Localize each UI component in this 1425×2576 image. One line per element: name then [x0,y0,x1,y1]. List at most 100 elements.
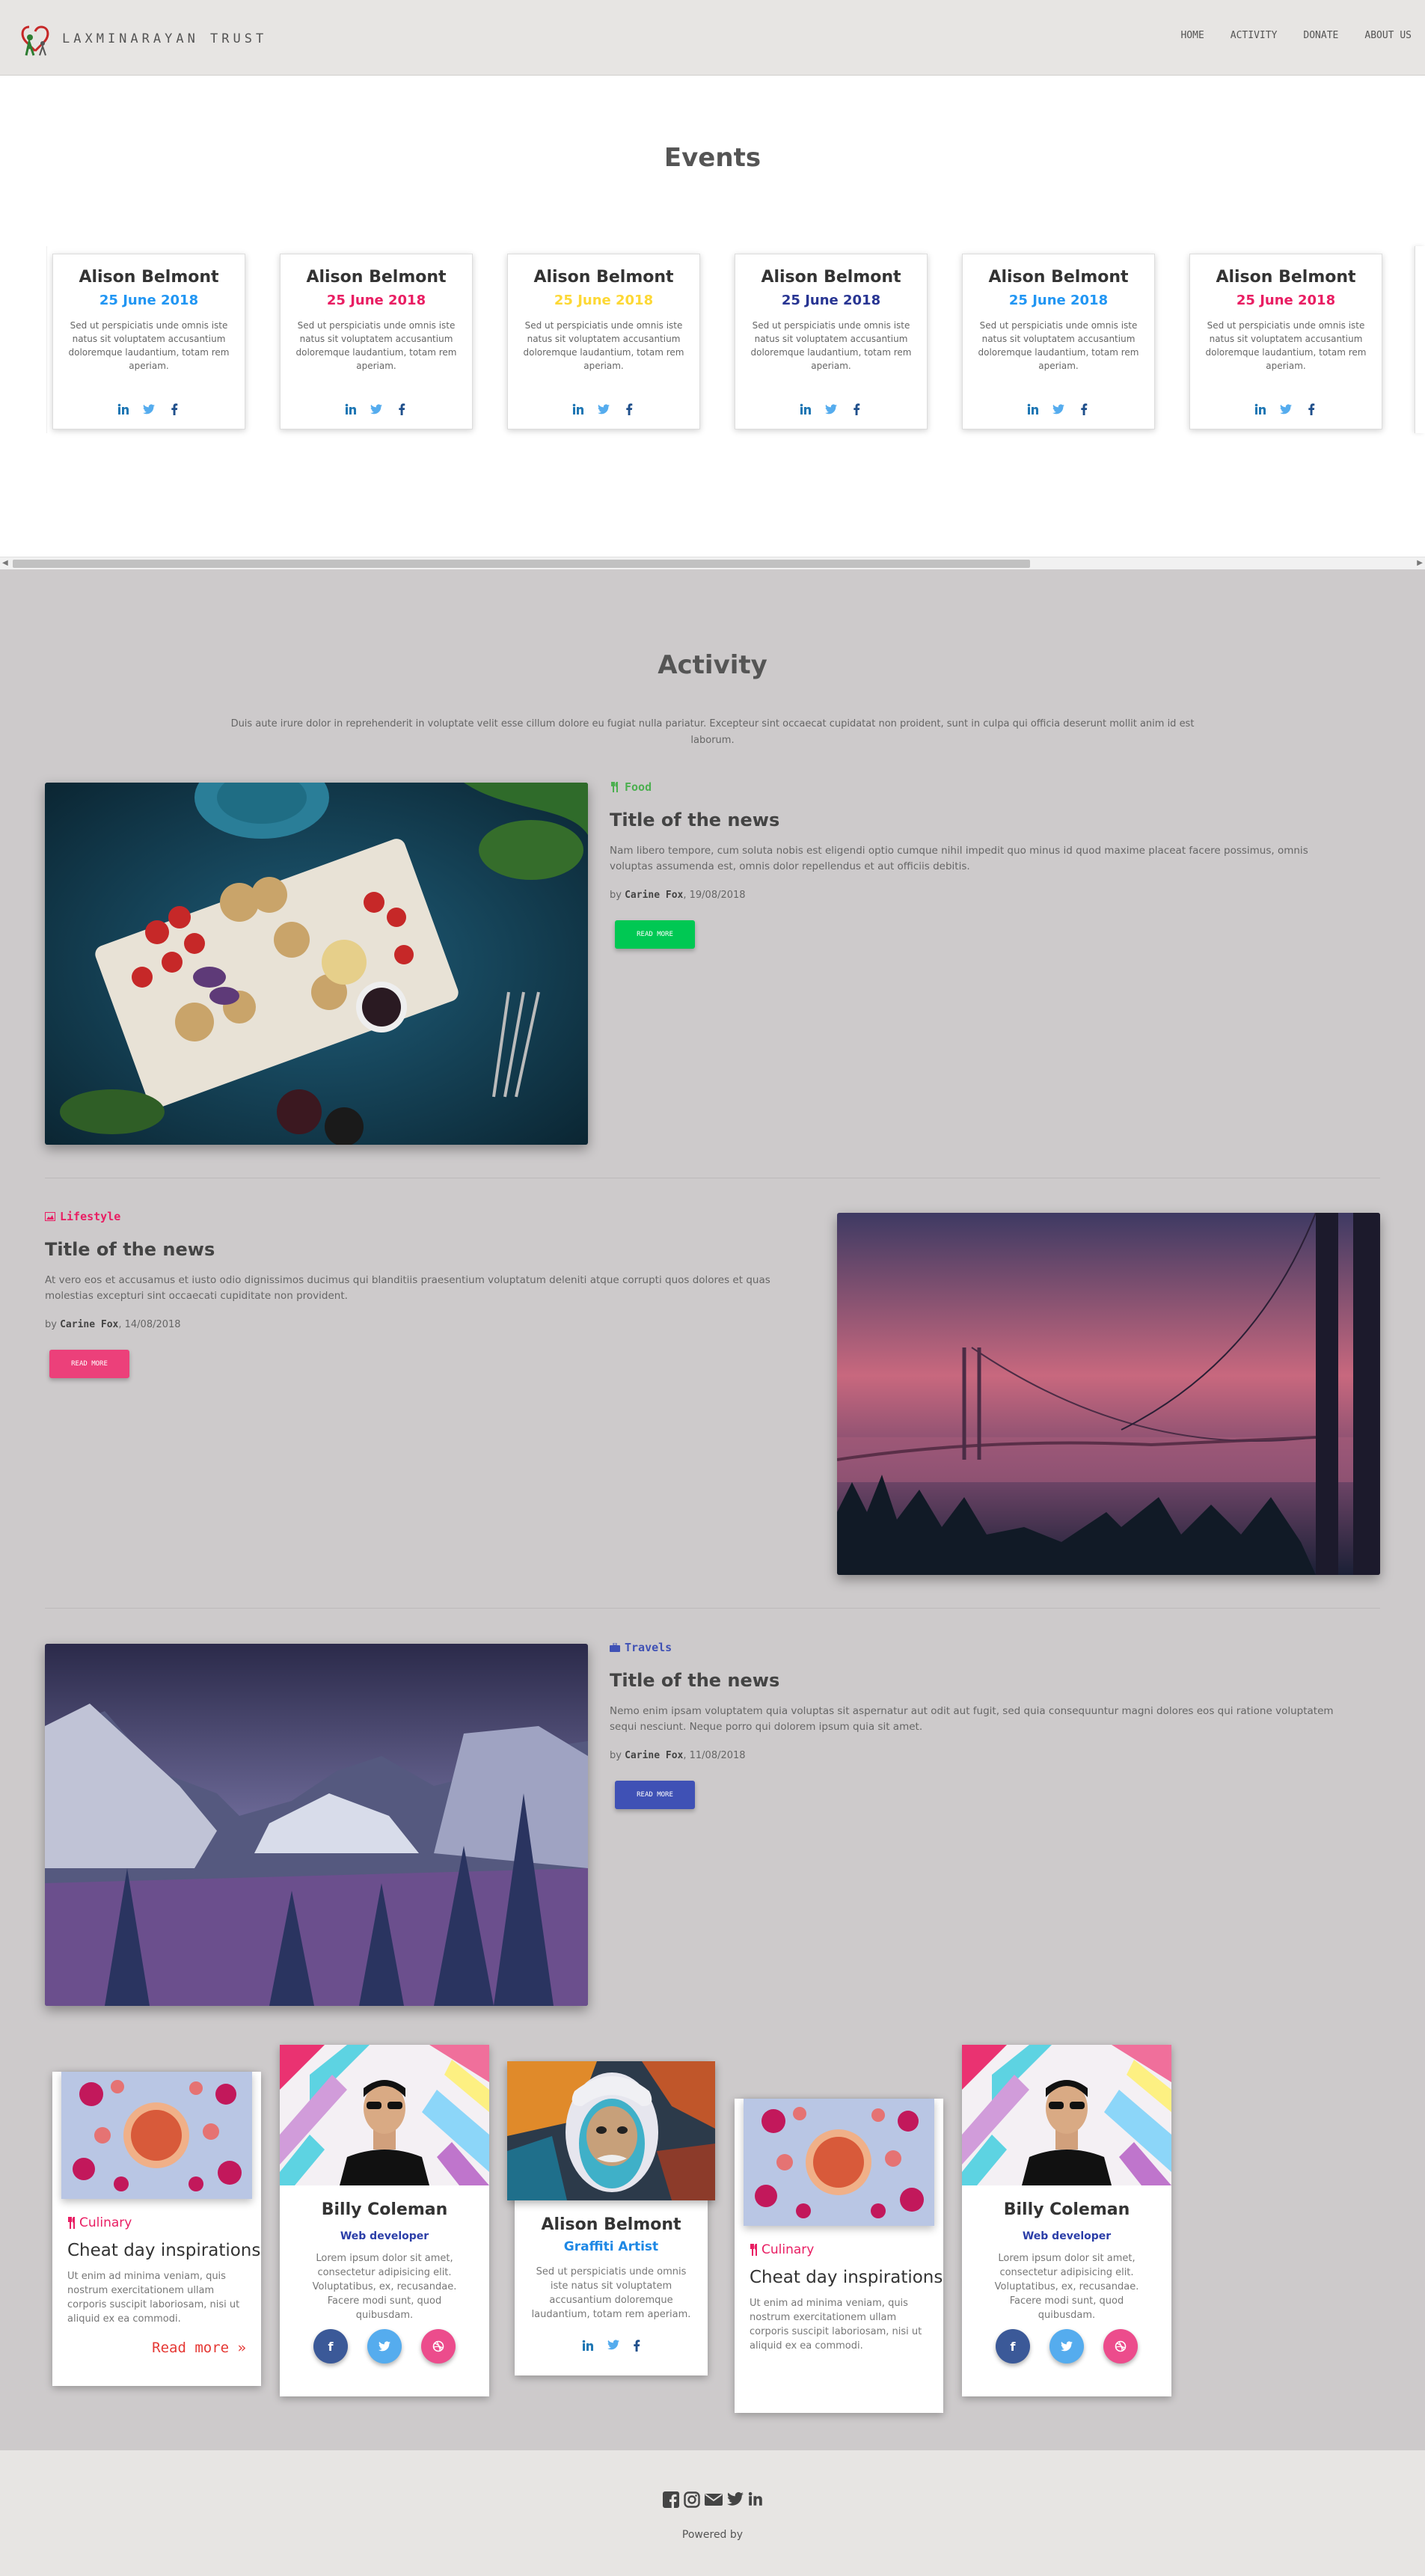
news-author[interactable]: Carine Fox [625,1750,683,1761]
linkedin-icon[interactable] [582,2340,594,2352]
twitter-icon[interactable] [370,403,383,417]
facebook-icon[interactable] [168,403,181,417]
nav-home-link[interactable]: HOME [1180,30,1204,41]
event-card[interactable]: Alison Belmont 25 June 2018 Sed ut perspic… [500,253,708,433]
cutlery-icon [611,782,618,792]
event-card-text: Sed ut perspiciatis unde omnis iste natu… [523,320,684,371]
cutlery-icon [68,2217,75,2229]
artist-bio: Sed ut perspiciatis unde omnis iste natu… [531,2266,691,2320]
event-card-date: 25 June 2018 [1236,293,1336,308]
twitter-icon[interactable] [1049,2329,1084,2364]
linkedin-icon[interactable] [571,403,585,417]
artist-card: Alison Belmont Graffiti Artist Sed ut pe… [507,2061,715,2375]
twitter-icon[interactable] [1279,403,1293,417]
event-card-social [508,403,699,417]
news-category-lifestyle[interactable]: Lifestyle [45,1210,120,1223]
event-card[interactable]: Alison Belmont 25 June 2018 Sed ut perspic… [955,253,1163,433]
brand[interactable]: LAXMINARAYAN TRUST [19,18,267,60]
image-icon [45,1212,55,1221]
twitter-icon[interactable] [367,2329,402,2364]
news-image-food[interactable] [45,783,588,1145]
profile-social: f [962,2329,1171,2364]
news-byline: by Carine Fox, 11/08/2018 [610,1750,746,1761]
cutlery-icon [750,2244,757,2256]
activity-title: Activity [658,650,767,680]
culinary-image[interactable] [61,2072,252,2199]
scrollbar-thumb[interactable] [13,560,1030,568]
news-excerpt: At vero eos et accusamus et iusto odio d… [45,1274,770,1302]
culinary-category[interactable]: Culinary [750,2242,814,2257]
culinary-image[interactable] [744,2099,934,2226]
news-category-food[interactable]: Food [610,780,652,794]
nav-activity-link[interactable]: ACTIVITY [1231,30,1278,41]
culinary-title[interactable]: Cheat day inspirations [750,2268,943,2287]
nav-about-link[interactable]: ABOUT US [1364,30,1412,41]
twitter-icon[interactable] [607,2340,619,2350]
linkedin-icon[interactable] [748,2491,763,2506]
linkedin-icon[interactable] [117,403,130,417]
powered-by: Powered by [681,2529,744,2541]
read-more-button[interactable]: READ MORE [615,1781,695,1809]
read-more-button[interactable]: READ MORE [49,1350,129,1378]
event-card-social [963,403,1154,417]
event-card[interactable]: Alison Belmont 25 June 2018 Sed ut perspic… [1183,253,1391,433]
events-title: Events [664,143,761,173]
nav-donate-link[interactable]: DONATE [1303,30,1338,41]
envelope-icon[interactable] [704,2491,723,2508]
news-author[interactable]: Carine Fox [60,1319,118,1330]
facebook-icon[interactable] [1305,403,1318,417]
news-title[interactable]: Title of the news [610,810,779,830]
linkedin-icon[interactable] [799,403,812,417]
event-card-date: 25 June 2018 [554,293,654,308]
profile-image[interactable] [280,2045,489,2185]
facebook-icon[interactable] [850,403,863,417]
event-card[interactable]: Alison Belmont 25 June 2018 Sed ut perspic… [273,253,481,433]
twitter-icon[interactable] [1052,403,1065,417]
facebook-icon[interactable] [1077,403,1091,417]
news-image-bridge[interactable] [837,1213,1380,1575]
scroll-right-arrow-icon[interactable]: ▶ [1417,559,1423,567]
event-card-social [1190,403,1382,417]
news-title[interactable]: Title of the news [610,1670,779,1691]
twitter-icon[interactable] [597,403,610,417]
facebook-icon[interactable] [662,2491,679,2508]
event-card-name: Alison Belmont [79,268,219,287]
twitter-icon[interactable] [824,403,838,417]
facebook-icon[interactable] [633,2340,640,2352]
facebook-icon[interactable]: f [313,2329,348,2364]
read-more-link[interactable]: Read more » [152,2340,246,2356]
profile-bio: Lorem ipsum dolor sit amet, consectetur … [994,2253,1139,2321]
profile-image[interactable] [962,2045,1171,2185]
twitter-icon[interactable] [142,403,156,417]
scroll-left-arrow-icon[interactable]: ◀ [2,559,8,567]
linkedin-icon[interactable] [1254,403,1267,417]
event-card[interactable]: Alison Belmont 25 June 2018 Sed ut perspic… [46,253,254,433]
linkedin-icon[interactable] [1026,403,1040,417]
culinary-category-label: Culinary [79,2215,132,2230]
facebook-icon[interactable] [395,403,408,417]
news-category-label: Travels [625,1641,672,1654]
news-image-mountains[interactable] [45,1644,588,2006]
twitter-icon[interactable] [726,2491,744,2506]
event-card-name: Alison Belmont [988,268,1129,287]
events-horizontal-scrollbar[interactable]: ◀ ▶ [0,557,1425,569]
double-chevron-right-icon: » [237,2340,246,2356]
instagram-icon[interactable] [683,2491,700,2508]
culinary-title[interactable]: Cheat day inspirations [67,2241,260,2260]
dribbble-icon[interactable] [421,2329,456,2364]
news-author[interactable]: Carine Fox [625,890,683,901]
linkedin-icon[interactable] [344,403,358,417]
read-more-button[interactable]: READ MORE [615,920,695,949]
culinary-category[interactable]: Culinary [67,2215,132,2230]
event-card-name: Alison Belmont [533,268,674,287]
event-card[interactable]: Alison Belmont 25 June 2018 Sed ut perspic… [728,253,936,433]
news-category-travels[interactable]: Travels [610,1641,672,1654]
dribbble-icon[interactable] [1103,2329,1138,2364]
event-card-text: Sed ut perspiciatis unde omnis iste natu… [68,320,230,371]
event-card-edge [41,246,47,433]
news-title[interactable]: Title of the news [45,1239,215,1260]
facebook-icon[interactable] [622,403,636,417]
artist-image[interactable] [507,2061,715,2200]
event-card-name: Alison Belmont [761,268,901,287]
facebook-icon[interactable]: f [996,2329,1030,2364]
